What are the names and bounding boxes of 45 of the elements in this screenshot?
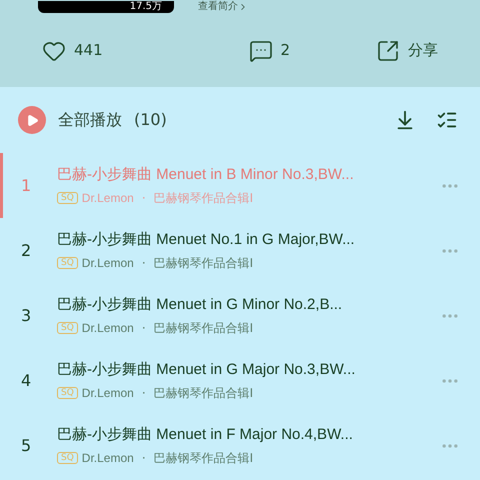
quality-badge: SQ bbox=[57, 387, 78, 400]
track-number: 2 bbox=[20, 240, 32, 262]
separator-dot: · bbox=[140, 450, 147, 468]
intro-link[interactable]: 查看简介 bbox=[198, 1, 248, 13]
album-name: 巴赫钢琴作品合辑I bbox=[154, 255, 254, 272]
song-row[interactable]: 4 巴赫-小步舞曲 Menuet in G Major No.3,BW... SQ Dr.Lemon · 巴赫钢琴作品合辑I bbox=[0, 348, 480, 413]
separator-dot: · bbox=[140, 320, 147, 338]
artist-name: Dr.Lemon bbox=[82, 450, 134, 468]
song-title: 巴赫-小步舞曲 Menuet in F Major No.4,BW... bbox=[57, 424, 354, 445]
track-number: 4 bbox=[20, 370, 32, 392]
song-row[interactable]: 2 巴赫-小步舞曲 Menuet No.1 in G Major,BW... SQ Dr.Lemon · 巴赫钢琴作品合辑I bbox=[0, 218, 480, 283]
song-title: 巴赫-小步舞曲 Menuet in G Minor No.2,B... bbox=[57, 294, 344, 315]
album-name: 巴赫钢琴作品合辑I bbox=[154, 190, 254, 208]
song-row[interactable]: 3 巴赫-小步舞曲 Menuet in G Minor No.2,B... SQ Dr.Lemon · 巴赫钢琴作品合辑I bbox=[0, 283, 480, 348]
artist-name: Dr.Lemon bbox=[82, 190, 134, 208]
track-number: 5 bbox=[20, 434, 32, 456]
artist-name: Dr.Lemon bbox=[82, 385, 134, 402]
comment-button[interactable]: 2 bbox=[248, 38, 290, 62]
artist-name: Dr.Lemon bbox=[82, 255, 134, 272]
comment-icon bbox=[248, 38, 273, 62]
share-icon bbox=[376, 38, 400, 62]
play-icon bbox=[18, 106, 46, 134]
like-button[interactable]: 441 bbox=[42, 38, 103, 62]
share-button[interactable]: 分享 bbox=[376, 38, 438, 62]
song-title: 巴赫-小步舞曲 Menuet in G Major No.3,BW... bbox=[57, 360, 356, 380]
track-count: (10) bbox=[134, 109, 167, 131]
song-title: 巴赫-小步舞曲 Menuet in B Minor No.3,BW... bbox=[57, 164, 355, 185]
separator-dot: · bbox=[140, 255, 147, 272]
quality-badge: SQ bbox=[57, 452, 78, 464]
play-count-badge: 17.5万 bbox=[38, 1, 174, 13]
separator-dot: · bbox=[140, 385, 147, 402]
song-title: 巴赫-小步舞曲 Menuet No.1 in G Major,BW... bbox=[57, 230, 356, 250]
quality-badge: SQ bbox=[57, 257, 78, 270]
song-row[interactable]: 5 巴赫-小步舞曲 Menuet in F Major No.4,BW... SQ Dr.Lemon · 巴赫钢琴作品合辑I bbox=[0, 413, 480, 478]
play-all-button[interactable]: 全部播放 (10) bbox=[18, 106, 167, 134]
artist-name: Dr.Lemon bbox=[82, 320, 134, 338]
play-all-label: 全部播放 bbox=[58, 109, 122, 131]
track-number: 1 bbox=[20, 174, 32, 196]
album-name: 巴赫钢琴作品合辑I bbox=[154, 450, 254, 468]
quality-badge: SQ bbox=[57, 322, 78, 334]
album-name: 巴赫钢琴作品合辑I bbox=[154, 320, 254, 338]
quality-badge: SQ bbox=[57, 192, 78, 204]
album-name: 巴赫钢琴作品合辑I bbox=[154, 385, 254, 402]
separator-dot: · bbox=[140, 190, 147, 208]
track-number: 3 bbox=[20, 304, 32, 326]
